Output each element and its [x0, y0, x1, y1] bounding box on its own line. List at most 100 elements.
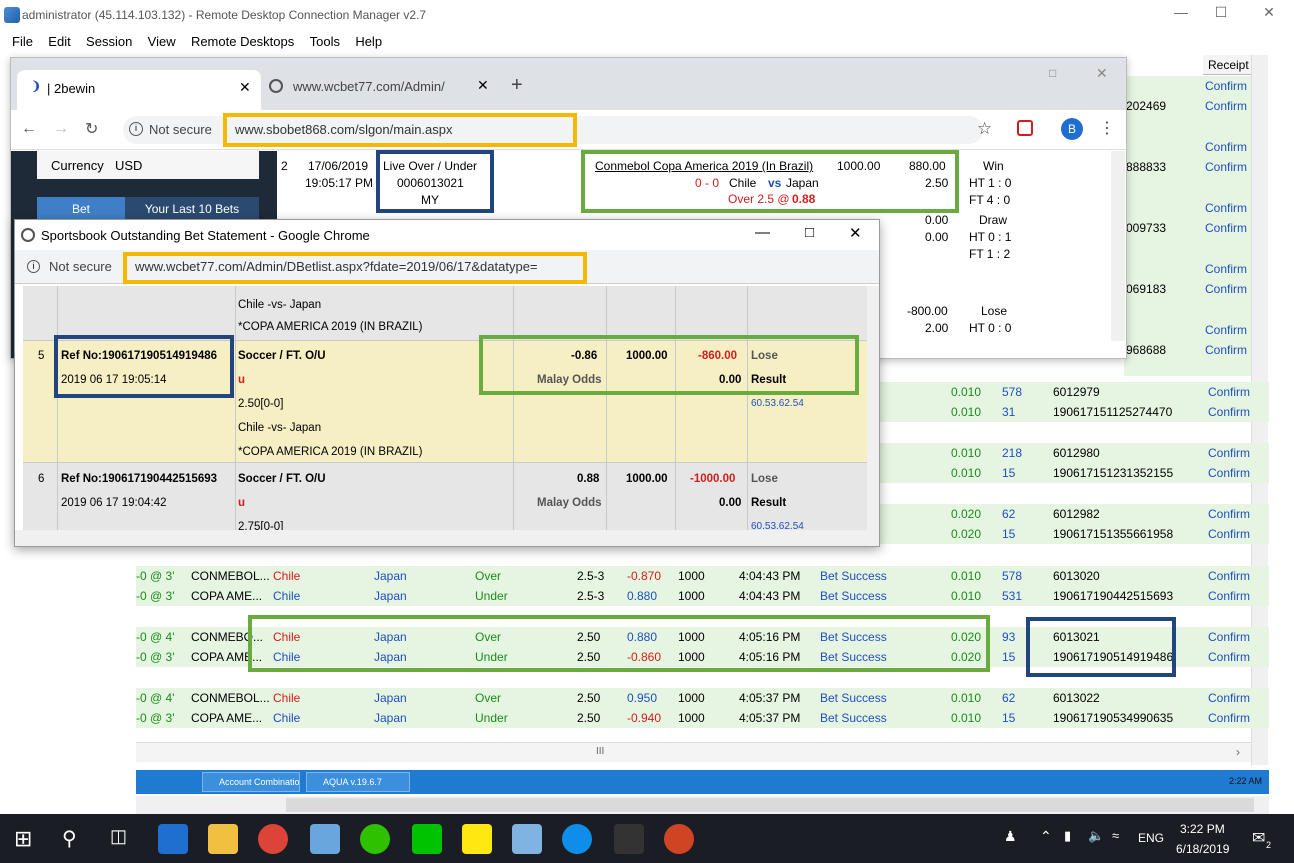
back-icon[interactable]: ←: [21, 120, 37, 138]
info-icon[interactable]: i: [129, 122, 143, 136]
menu-help[interactable]: Help: [355, 31, 382, 49]
outer-horizontal-scrollbar[interactable]: [136, 796, 1269, 814]
result-link[interactable]: Result: [751, 497, 786, 509]
minimize-button[interactable]: —: [1166, 4, 1196, 24]
battery-icon[interactable]: ▮: [1064, 828, 1071, 844]
row2-result: Draw: [979, 213, 1008, 227]
menu-view[interactable]: View: [148, 31, 176, 49]
row-count: 62: [1002, 691, 1016, 705]
notification-icon[interactable]: ✉: [1252, 828, 1265, 848]
task-view-icon[interactable]: ◫: [110, 826, 127, 847]
new-tab-button[interactable]: +: [511, 74, 523, 97]
popup-title: Sportsbook Outstanding Bet Statement - G…: [41, 228, 370, 243]
teamviewer-icon[interactable]: [562, 824, 592, 854]
confirm-link[interactable]: Confirm: [1208, 650, 1250, 664]
popup-minimize-icon[interactable]: —: [755, 224, 770, 241]
confirm-link[interactable]: Confirm: [1208, 446, 1250, 460]
confirm-link[interactable]: Confirm: [1208, 385, 1250, 399]
row-league: CONMEBOL...: [191, 691, 270, 705]
forward-icon[interactable]: →: [53, 120, 69, 138]
confirm-link[interactable]: Confirm: [1205, 140, 1247, 154]
menu-session[interactable]: Session: [86, 31, 132, 49]
menu-remote-desktops[interactable]: Remote Desktops: [191, 31, 294, 49]
row2-hdp: 0.00: [925, 230, 949, 244]
app-icon[interactable]: [614, 824, 644, 854]
volume-icon[interactable]: 🔈: [1088, 828, 1104, 844]
confirm-link[interactable]: Confirm: [1205, 262, 1247, 276]
kakaotalk-icon[interactable]: [462, 824, 492, 854]
last-10-bets-tab[interactable]: Your Last 10 Bets: [125, 197, 259, 221]
highlight-bet-details: [581, 150, 959, 213]
extension-icon[interactable]: [1017, 120, 1033, 136]
popup-close-icon[interactable]: ✕: [849, 224, 862, 242]
scroll-thumb[interactable]: [286, 798, 1254, 812]
bookmark-star-icon[interactable]: ☆: [977, 119, 992, 139]
menu-tools[interactable]: Tools: [310, 31, 340, 49]
network-app-icon[interactable]: [512, 824, 542, 854]
chrome-icon[interactable]: [258, 824, 288, 854]
tab-wcbet[interactable]: www.wcbet77.com/Admin/ ✕: [269, 76, 499, 102]
horizontal-scrollbar[interactable]: III ›: [136, 742, 1251, 762]
confirm-link[interactable]: Confirm: [1208, 405, 1250, 419]
table-row[interactable]: -0 @ 3' CONMEBOL... Chile Japan Over 2.5…: [136, 566, 1269, 586]
rdcm-icon[interactable]: [310, 824, 340, 854]
confirm-link[interactable]: Confirm: [1205, 201, 1247, 215]
close-tab-icon[interactable]: ✕: [239, 79, 251, 96]
menu-edit[interactable]: Edit: [48, 31, 70, 49]
clock-date[interactable]: 6/18/2019: [1176, 842, 1229, 856]
table-row[interactable]: -0 @ 3' COPA AME... Chile Japan Under 2.…: [136, 708, 1269, 728]
popup-maximize-icon[interactable]: □: [805, 224, 814, 241]
file-explorer-icon[interactable]: [208, 824, 238, 854]
powerpoint-icon[interactable]: [664, 824, 694, 854]
confirm-link[interactable]: Confirm: [1208, 630, 1250, 644]
table-row[interactable]: -0 @ 4' CONMEBOL... Chile Japan Over 2.5…: [136, 688, 1269, 708]
menu-file[interactable]: File: [12, 31, 33, 49]
confirm-link[interactable]: Confirm: [1208, 691, 1250, 705]
row-hdp: -0 @ 4': [136, 630, 175, 644]
remote-task-item[interactable]: Account Combinatio...: [202, 772, 300, 792]
confirm-link[interactable]: Confirm: [1205, 343, 1247, 357]
info-icon[interactable]: i: [27, 260, 40, 273]
clock-time[interactable]: 3:22 PM: [1180, 822, 1225, 836]
confirm-link[interactable]: Confirm: [1205, 160, 1247, 174]
table-row[interactable]: -0 @ 3' COPA AME... Chile Japan Under 2.…: [136, 586, 1269, 606]
language-indicator[interactable]: ENG: [1138, 831, 1164, 845]
tray-chevron-icon[interactable]: ⌃: [1040, 828, 1052, 845]
search-icon[interactable]: ⚲: [62, 826, 77, 851]
confirm-link[interactable]: Confirm: [1205, 282, 1247, 296]
window-restore-icon[interactable]: □: [1049, 66, 1056, 80]
row-home: Chile: [273, 711, 301, 725]
remote-task-item[interactable]: AQUA v.19.6.7: [306, 772, 410, 792]
confirm-link[interactable]: Confirm: [1208, 711, 1250, 725]
row-home: Chile: [273, 691, 301, 705]
windows-start-icon[interactable]: ⊞: [14, 826, 32, 852]
bet-tab[interactable]: Bet: [37, 197, 125, 221]
reload-icon[interactable]: ↻: [85, 119, 98, 139]
confirm-link[interactable]: Confirm: [1205, 221, 1247, 235]
confirm-link[interactable]: Confirm: [1208, 527, 1250, 541]
confirm-link[interactable]: Confirm: [1205, 99, 1247, 113]
scroll-right-icon[interactable]: ›: [1236, 745, 1240, 759]
confirm-link[interactable]: Confirm: [1208, 507, 1250, 521]
edge-icon[interactable]: [158, 824, 188, 854]
menu-kebab-icon[interactable]: ⋮: [1099, 118, 1115, 138]
profile-avatar[interactable]: B: [1061, 118, 1083, 140]
popup-hscrollbar[interactable]: [15, 530, 879, 546]
people-icon[interactable]: ♟: [1004, 828, 1017, 845]
confirm-link[interactable]: Confirm: [1205, 323, 1247, 337]
col-divider: [235, 286, 236, 530]
window-close-icon[interactable]: ✕: [1096, 65, 1108, 82]
wifi-icon[interactable]: ≈: [1112, 828, 1119, 843]
close-tab-icon[interactable]: ✕: [477, 77, 489, 94]
confirm-link[interactable]: Confirm: [1205, 79, 1247, 93]
line-icon[interactable]: [412, 824, 442, 854]
content-scrollbar[interactable]: [1111, 151, 1125, 341]
confirm-link[interactable]: Confirm: [1208, 569, 1250, 583]
tab-2bewin[interactable]: ❩ | 2bewin ✕: [17, 70, 261, 110]
popup-vscrollbar[interactable]: [867, 286, 879, 530]
wechat-icon[interactable]: [360, 824, 390, 854]
maximize-button[interactable]: ☐: [1206, 4, 1236, 24]
close-button[interactable]: ✕: [1254, 4, 1284, 24]
confirm-link[interactable]: Confirm: [1208, 589, 1250, 603]
confirm-link[interactable]: Confirm: [1208, 466, 1250, 480]
